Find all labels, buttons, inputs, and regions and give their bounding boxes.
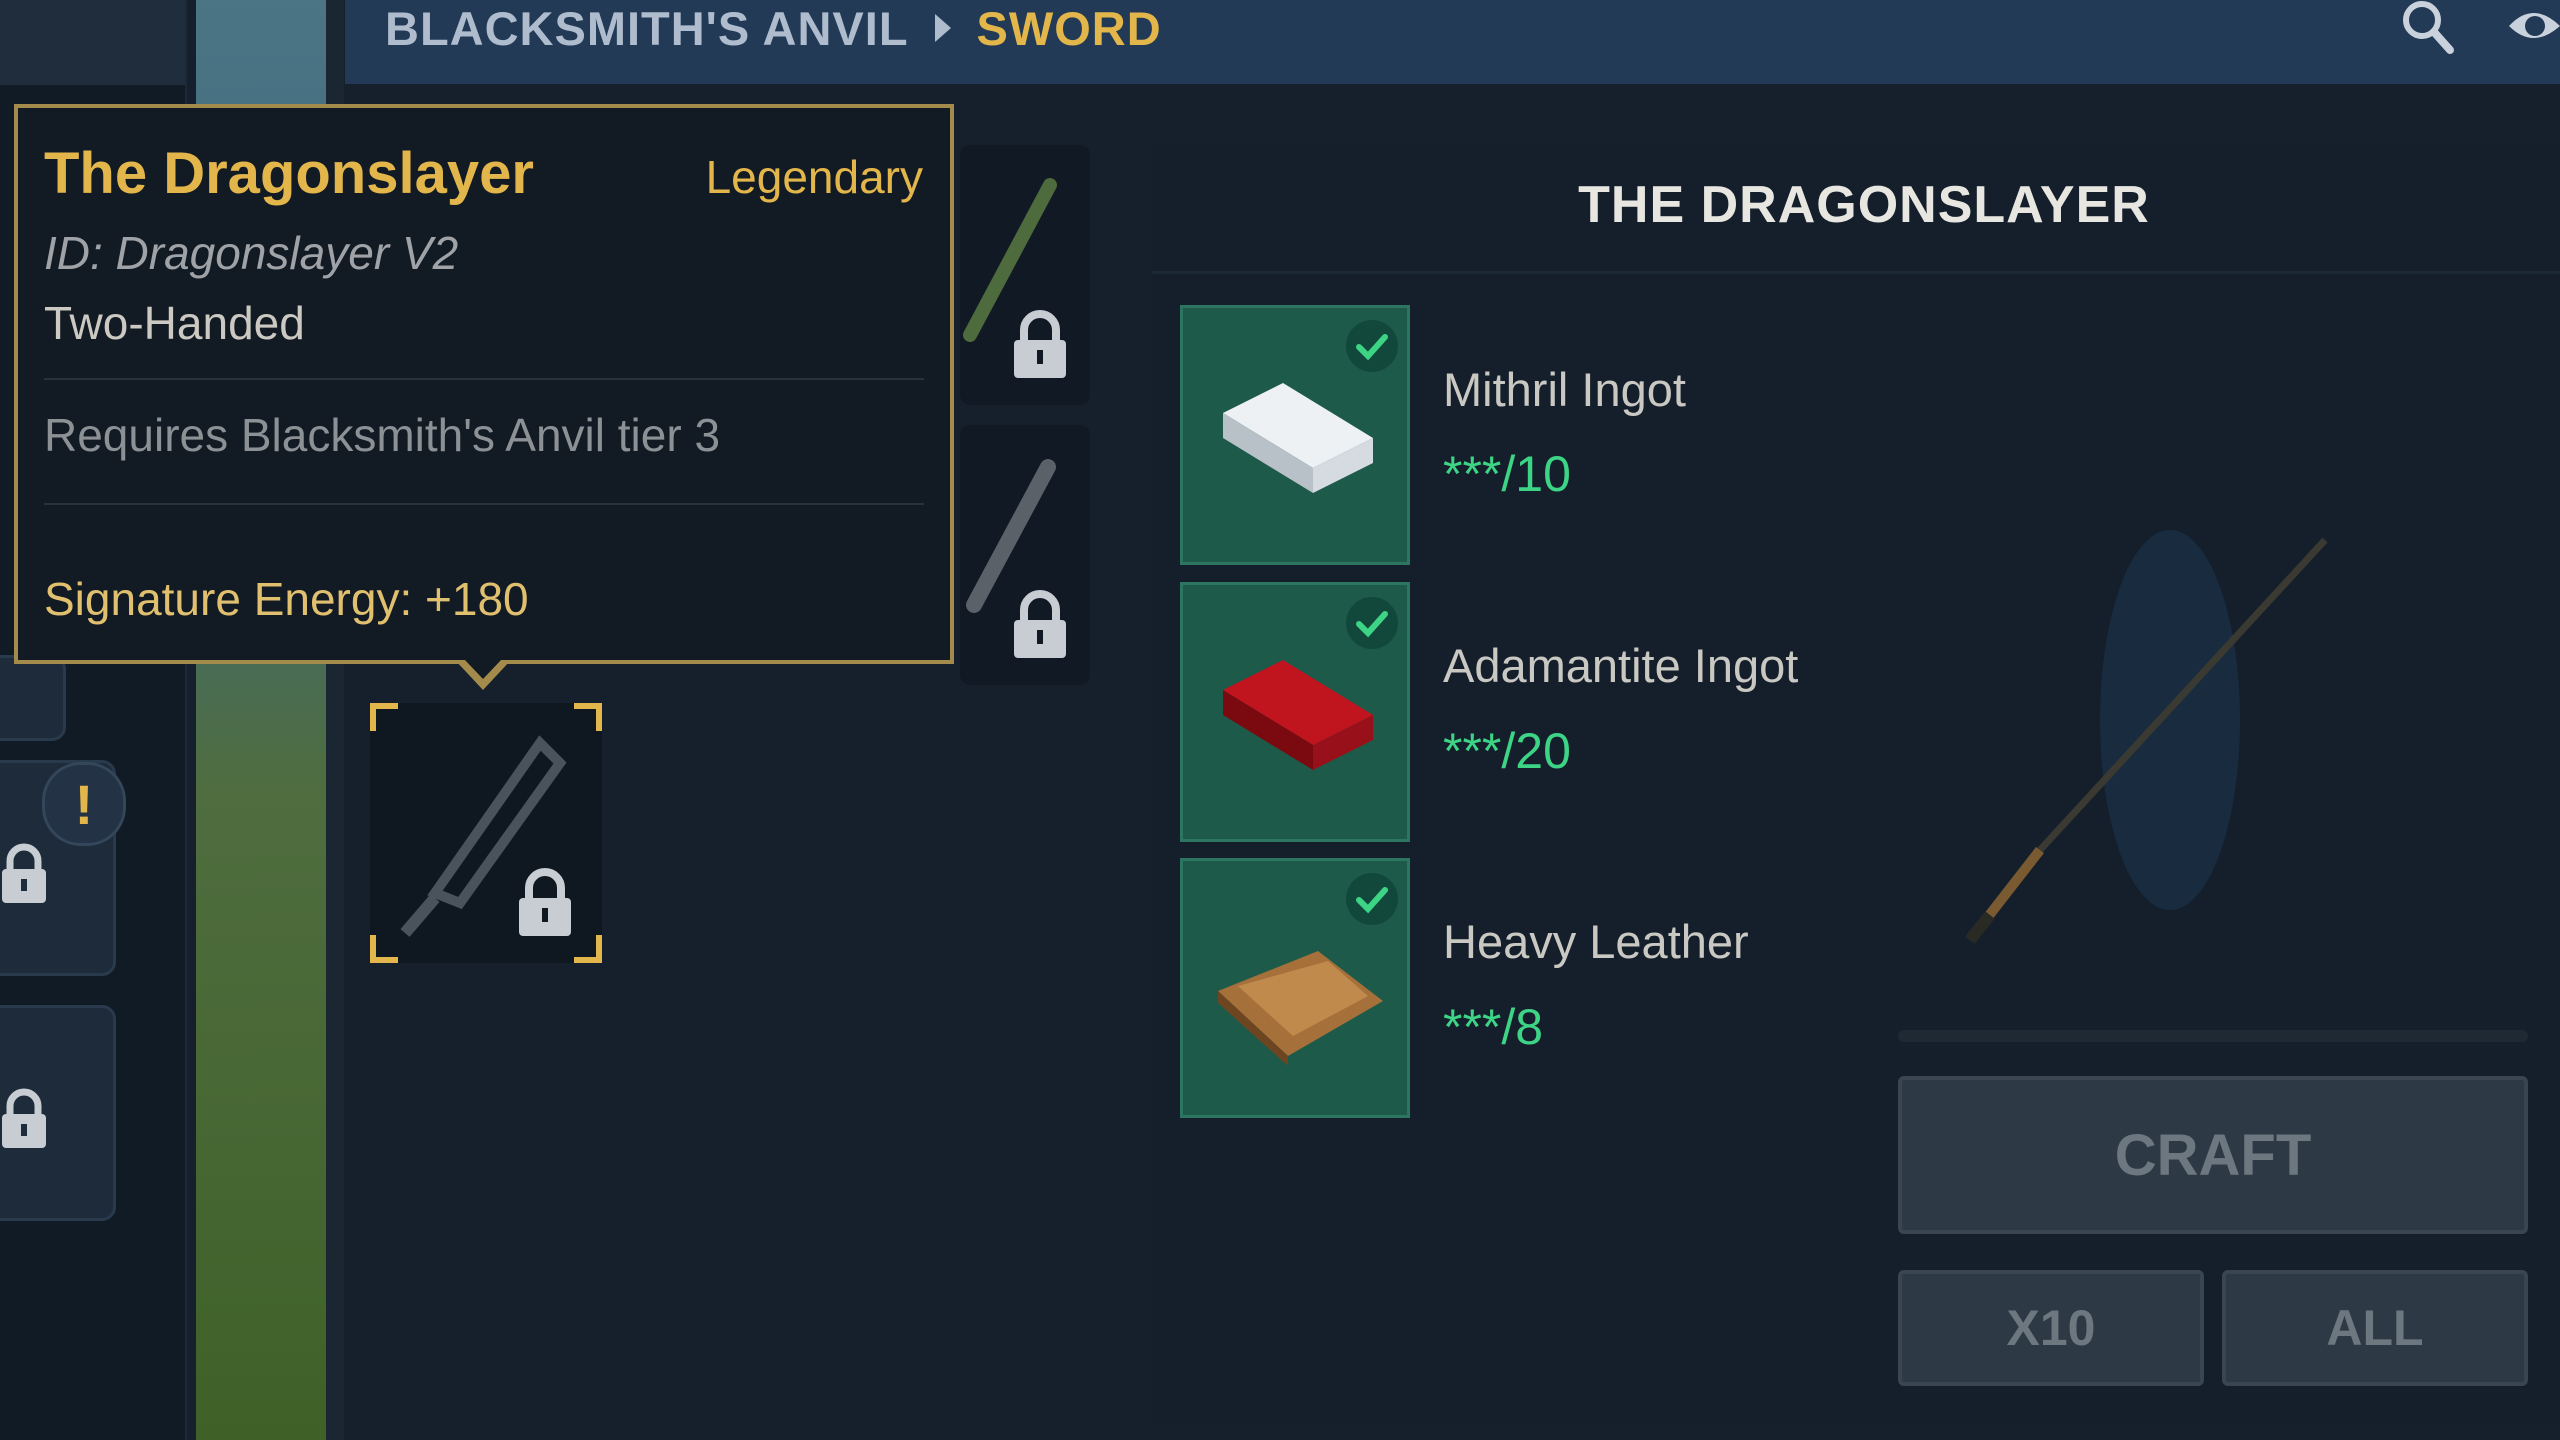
craft-x10-button[interactable]: X10 <box>1898 1270 2204 1386</box>
check-icon <box>1346 597 1398 649</box>
tooltip-divider <box>44 503 924 505</box>
ingredient-tile[interactable] <box>1180 582 1410 842</box>
breadcrumb-root[interactable]: BLACKSMITH'S ANVIL <box>385 1 909 56</box>
ingredient-tile[interactable] <box>1180 305 1410 565</box>
lock-icon <box>515 868 575 943</box>
tooltip-divider <box>44 378 924 380</box>
lock-icon <box>0 843 50 905</box>
mithril-ingot-icon <box>1223 383 1373 493</box>
category-slot[interactable] <box>0 655 66 741</box>
tooltip-signature-energy: Signature Energy: +180 <box>44 573 529 625</box>
tooltip-rarity: Legendary <box>705 151 923 203</box>
detail-title: THE DRAGONSLAYER <box>1578 176 2150 234</box>
alert-icon: ! <box>74 772 94 836</box>
sword-preview-image <box>1965 530 2328 944</box>
tooltip-handedness: Two-Handed <box>44 297 305 349</box>
ingredient-count: ***/8 <box>1443 999 1544 1055</box>
view-button[interactable] <box>2505 0 2560 56</box>
recipe-card-selected[interactable] <box>370 703 602 963</box>
ingredient-name: Heavy Leather <box>1443 915 1749 968</box>
breadcrumb: BLACKSMITH'S ANVIL SWORD <box>385 0 1162 56</box>
tooltip-requirement: Requires Blacksmith's Anvil tier 3 <box>44 409 721 461</box>
recipe-card[interactable] <box>960 425 1090 685</box>
lock-icon <box>1010 310 1070 385</box>
check-icon <box>1346 320 1398 372</box>
category-slot-locked[interactable] <box>0 1005 116 1221</box>
alert-badge: ! <box>42 762 126 846</box>
ingredient-count: ***/20 <box>1443 723 1571 779</box>
breadcrumb-current: SWORD <box>976 1 1162 55</box>
search-icon <box>2403 1 2454 54</box>
eye-icon <box>2509 13 2560 38</box>
adamantite-ingot-icon <box>1223 660 1373 770</box>
ingredient-tile[interactable] <box>1180 858 1410 1118</box>
craft-button[interactable]: CRAFT <box>1898 1076 2528 1234</box>
lock-icon <box>1010 590 1070 665</box>
chevron-right-icon <box>934 14 951 42</box>
search-button[interactable] <box>2398 0 2456 56</box>
recipe-card[interactable] <box>960 145 1090 405</box>
craft-all-button[interactable]: ALL <box>2222 1270 2528 1386</box>
heavy-leather-icon <box>1218 951 1383 1066</box>
rail-ornament <box>0 0 185 85</box>
ingredient-count: ***/10 <box>1443 446 1571 502</box>
lock-icon <box>0 1088 50 1150</box>
tooltip-item-name: The Dragonslayer <box>44 141 534 206</box>
ingredient-name: Adamantite Ingot <box>1443 639 1799 692</box>
craft-progress-bar <box>1898 1030 2528 1042</box>
tooltip-item-id: ID: Dragonslayer V2 <box>44 227 459 279</box>
ingredient-name: Mithril Ingot <box>1443 363 1686 416</box>
check-icon <box>1346 873 1398 925</box>
